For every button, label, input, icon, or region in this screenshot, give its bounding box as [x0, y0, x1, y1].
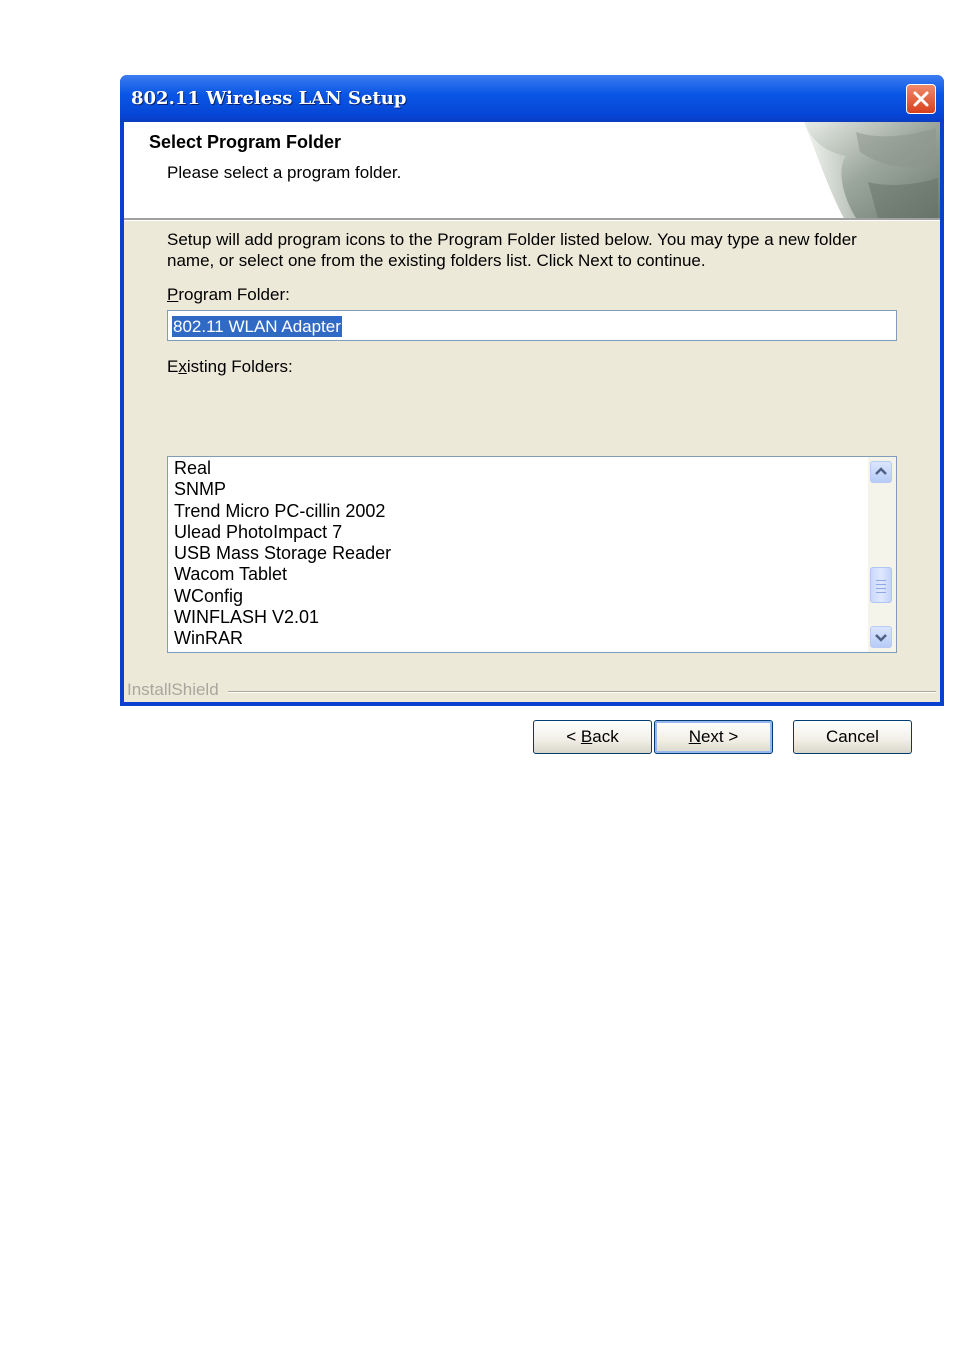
wizard-body: Setup will add program icons to the Prog…	[124, 221, 940, 754]
installshield-brand: InstallShield	[127, 680, 219, 699]
next-button[interactable]: Next >	[654, 720, 773, 754]
list-item[interactable]: WConfig	[174, 586, 864, 607]
scroll-thumb[interactable]	[870, 567, 892, 603]
back-button[interactable]: < Back	[533, 720, 652, 754]
list-item[interactable]: SNMP	[174, 479, 864, 500]
page-curl-graphic	[804, 122, 940, 218]
window-title: 802.11 Wireless LAN Setup	[131, 88, 407, 109]
existing-folders-label: Existing Folders:	[167, 357, 293, 376]
scroll-down-button[interactable]	[870, 626, 892, 648]
program-folder-value: 802.11 WLAN Adapter	[172, 316, 342, 337]
header-subtitle: Please select a program folder.	[167, 163, 402, 182]
scroll-up-button[interactable]	[870, 461, 892, 483]
close-button[interactable]	[906, 84, 936, 114]
program-folder-input[interactable]: 802.11 WLAN Adapter	[167, 310, 897, 341]
existing-folders-list[interactable]: Real SNMP Trend Micro PC-cillin 2002 Ulead …	[167, 456, 897, 653]
cancel-button[interactable]: Cancel	[793, 720, 912, 754]
list-item[interactable]: Wacom Tablet	[174, 564, 864, 585]
list-item[interactable]: Real	[174, 458, 864, 479]
instructions-text: Setup will add program icons to the Prog…	[167, 230, 857, 270]
chevron-down-icon	[875, 634, 887, 642]
folder-list-items: Real SNMP Trend Micro PC-cillin 2002 Ulead …	[174, 458, 864, 650]
list-item[interactable]: WINFLASH V2.01	[174, 607, 864, 628]
list-item[interactable]: USB Mass Storage Reader	[174, 543, 864, 564]
wizard-header: Select Program Folder Please select a pr…	[124, 122, 940, 218]
setup-window: 802.11 Wireless LAN Setup Select Program…	[120, 75, 944, 754]
list-scrollbar[interactable]	[868, 457, 896, 652]
list-item[interactable]: WinRAR	[174, 628, 864, 649]
header-title: Select Program Folder	[149, 132, 342, 152]
list-item[interactable]: Ulead PhotoImpact 7	[174, 522, 864, 543]
list-item[interactable]: Trend Micro PC-cillin 2002	[174, 501, 864, 522]
title-bar[interactable]: 802.11 Wireless LAN Setup	[120, 75, 944, 122]
close-icon	[913, 91, 929, 107]
chevron-up-icon	[875, 467, 887, 475]
footer-divider	[228, 691, 936, 693]
program-folder-label: Program Folder:	[167, 285, 290, 304]
